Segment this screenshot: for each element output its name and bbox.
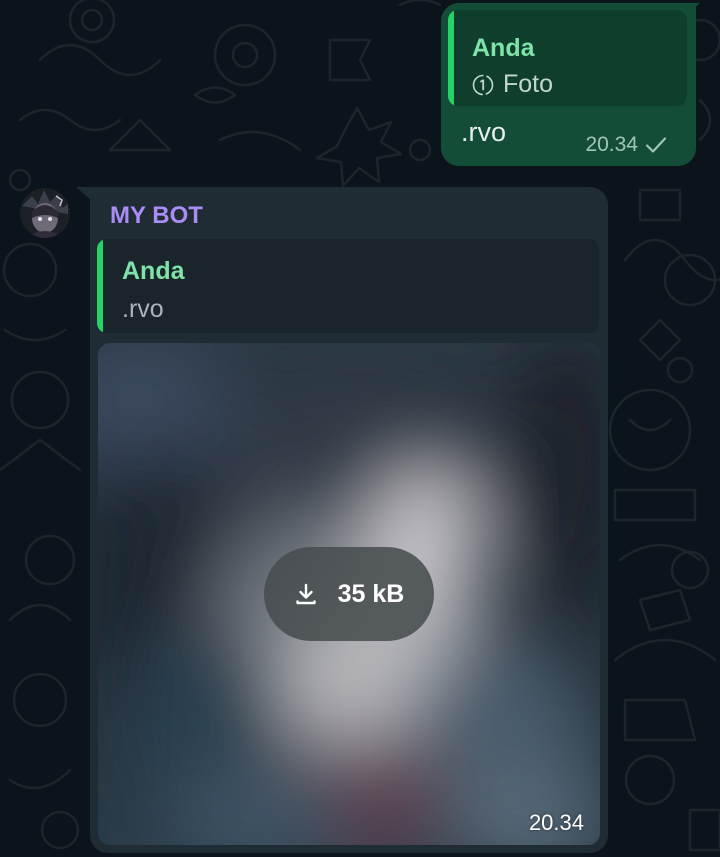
quote-accent-bar <box>448 10 454 106</box>
incoming-quoted-message[interactable]: Anda .rvo <box>97 239 599 333</box>
quote-accent-bar <box>97 239 103 333</box>
outgoing-message-text: .rvo <box>461 117 507 147</box>
download-icon <box>295 583 316 605</box>
quote-media-label: Foto <box>503 70 554 98</box>
outgoing-message-meta: 20.34 <box>585 133 668 157</box>
outgoing-quoted-message[interactable]: Anda Foto <box>448 10 687 106</box>
quote-text: .rvo <box>122 295 164 323</box>
quote-sender-name: Anda <box>472 34 535 62</box>
download-button[interactable]: 35 kB <box>264 547 434 641</box>
quote-sender-name: Anda <box>122 257 185 285</box>
incoming-message-time: 20.34 <box>528 810 584 835</box>
view-once-icon <box>472 74 494 95</box>
check-icon <box>645 137 667 153</box>
sender-avatar[interactable] <box>20 188 70 238</box>
quote-media-row: Foto <box>472 70 553 99</box>
outgoing-message-time: 20.34 <box>585 133 638 156</box>
incoming-message-bubble[interactable]: MY BOT Anda .rvo 35 kB 20.34 <box>90 187 608 853</box>
sender-name[interactable]: MY BOT <box>110 202 203 230</box>
blurred-photo-attachment[interactable]: 35 kB 20.34 <box>98 343 600 845</box>
outgoing-message-bubble[interactable]: Anda Foto .rvo 20.34 <box>441 3 696 166</box>
attachment-size: 35 kB <box>337 579 405 608</box>
